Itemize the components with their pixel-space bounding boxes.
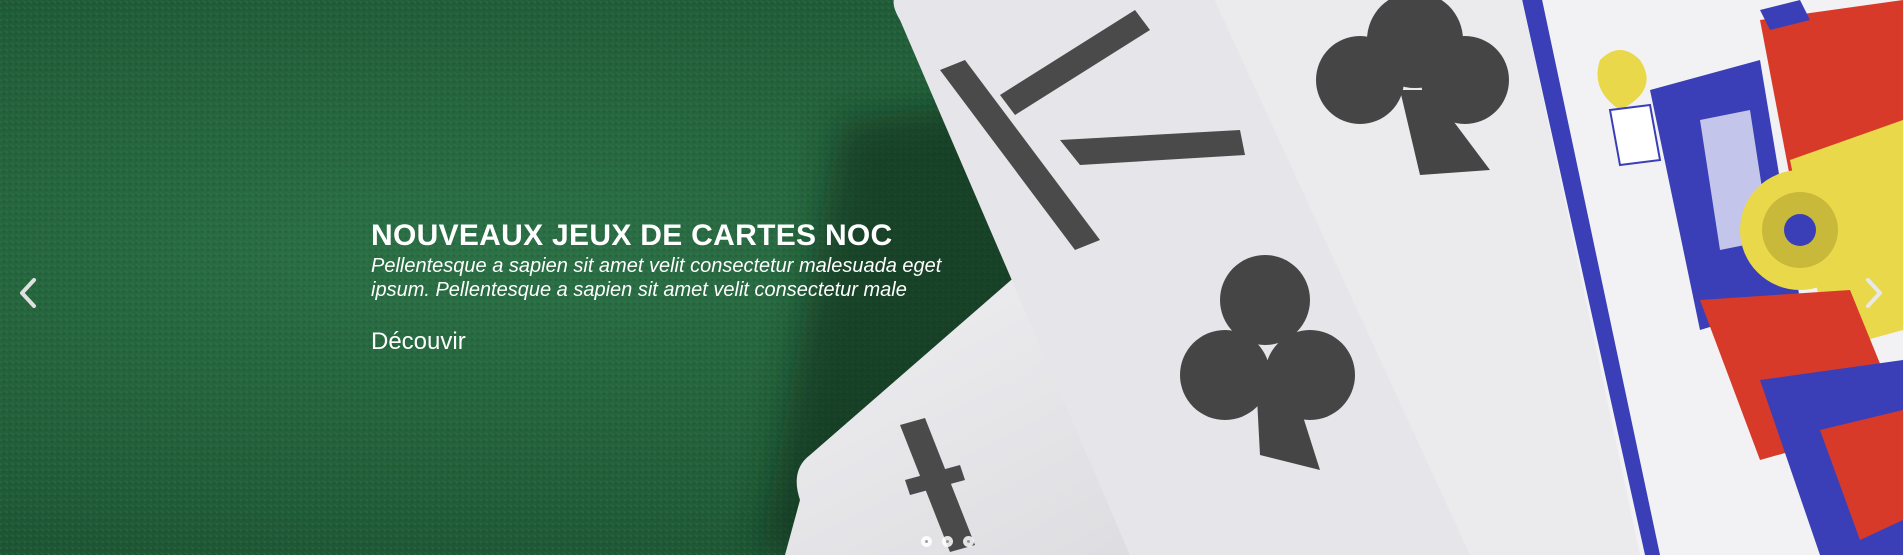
slide-title: NOUVEAUX JEUX DE CARTES NOC (371, 219, 893, 252)
slide-caption: NOUVEAUX JEUX DE CARTES NOC Pellentesque… (371, 218, 971, 356)
chevron-left-icon (20, 278, 36, 308)
next-slide-button[interactable] (1862, 276, 1886, 310)
slider-pagination (921, 536, 974, 547)
slide-description: Pellentesque a sapien sit amet velit con… (371, 255, 942, 301)
pagination-dot-1[interactable] (921, 536, 932, 547)
previous-slide-button[interactable] (16, 276, 40, 310)
pagination-dot-2[interactable] (942, 536, 953, 547)
discover-link[interactable]: Découvir (371, 328, 466, 356)
pagination-dot-3[interactable] (963, 536, 974, 547)
hero-slider: NOUVEAUX JEUX DE CARTES NOC Pellentesque… (0, 0, 1903, 555)
chevron-right-icon (1866, 278, 1882, 308)
